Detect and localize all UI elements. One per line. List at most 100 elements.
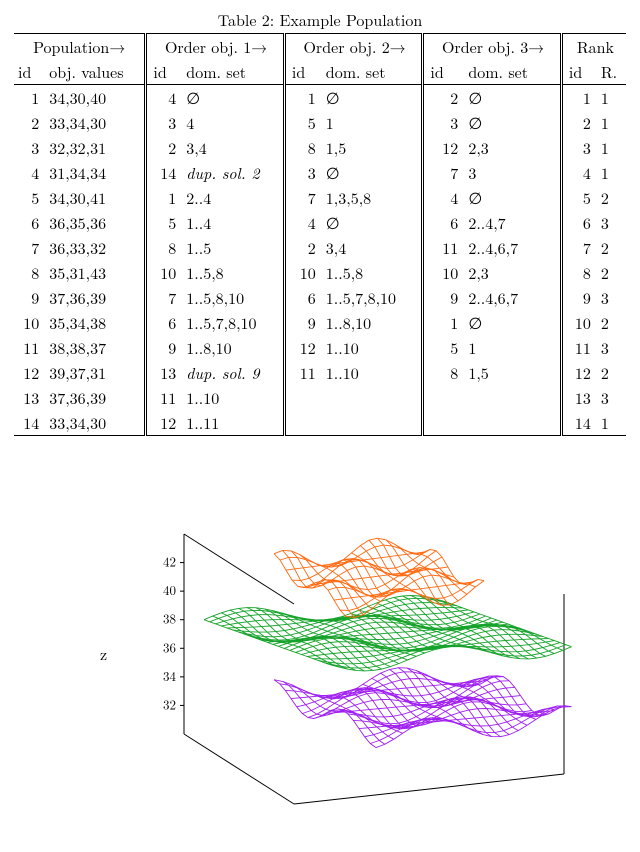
- cell: 11: [423, 235, 464, 260]
- cell: 5: [146, 210, 182, 235]
- cell: 9: [14, 285, 45, 310]
- cell: 1..5,7,8,10: [182, 310, 284, 335]
- col-o2-domset: dom. set: [322, 59, 423, 85]
- cell: dup. sol. 9: [182, 360, 284, 385]
- cell: 14: [561, 410, 596, 436]
- cell: 4: [284, 210, 321, 235]
- cell: 3: [597, 285, 626, 310]
- cell: 4: [423, 185, 464, 210]
- cell: 10: [423, 260, 464, 285]
- cell: 35,31,43: [45, 260, 146, 285]
- cell: 2..4,7: [464, 210, 561, 235]
- cell: 1..10: [322, 335, 423, 360]
- cell: 7: [423, 160, 464, 185]
- cell: 32,32,31: [45, 135, 146, 160]
- cell: 6: [423, 210, 464, 235]
- cell: [322, 410, 423, 436]
- cell: 1: [146, 185, 182, 210]
- cell: 5: [423, 335, 464, 360]
- z-axis-label: z: [100, 642, 107, 665]
- table-row: 835,31,43101..5,8101..5,8102,382: [14, 260, 626, 285]
- table-row: 736,33,3281..523,4112..4,6,772: [14, 235, 626, 260]
- cell: 1: [597, 160, 626, 185]
- cell: 1,5: [464, 360, 561, 385]
- cell: ∅: [322, 85, 423, 111]
- col-rank-r: R.: [597, 59, 626, 85]
- cell: 36,35,36: [45, 210, 146, 235]
- cell: [284, 385, 321, 410]
- cell: 2: [284, 235, 321, 260]
- cell: 1: [597, 85, 626, 111]
- cell: 8: [423, 360, 464, 385]
- cell: [284, 410, 321, 436]
- surface-plot: z 323436384042: [14, 484, 626, 844]
- col-objvals: obj. values: [45, 59, 146, 85]
- col-group-order3: Order obj. 3→: [423, 34, 562, 60]
- table-row: 1337,36,39111..10133: [14, 385, 626, 410]
- col-rank-id: id: [561, 59, 596, 85]
- cell: 8: [284, 135, 321, 160]
- z-tick-label: 38: [163, 609, 176, 628]
- cell: 4: [561, 160, 596, 185]
- cell: 1,3,5,8: [322, 185, 423, 210]
- cell: 13: [14, 385, 45, 410]
- table-row: 233,34,3034513∅21: [14, 110, 626, 135]
- cell: 3: [597, 385, 626, 410]
- cell: 13: [561, 385, 596, 410]
- cell: 13: [146, 360, 182, 385]
- z-tick-label: 42: [163, 552, 176, 571]
- col-group-order2: Order obj. 2→: [284, 34, 423, 60]
- cell: [464, 410, 561, 436]
- cell: 1: [284, 85, 321, 111]
- table-row: 534,30,4112..471,3,5,84∅52: [14, 185, 626, 210]
- col-group-rank: Rank: [561, 34, 626, 60]
- cell: 11: [146, 385, 182, 410]
- cell: 5: [14, 185, 45, 210]
- cell: 1: [423, 310, 464, 335]
- cell: [322, 385, 423, 410]
- cell: ∅: [322, 210, 423, 235]
- cell: 12: [14, 360, 45, 385]
- cell: 4: [182, 110, 284, 135]
- col-id: id: [14, 59, 45, 85]
- cell: 3: [14, 135, 45, 160]
- col-o1-domset: dom. set: [182, 59, 284, 85]
- table-row: 332,32,3123,481,5122,331: [14, 135, 626, 160]
- cell: 1: [597, 135, 626, 160]
- z-tick-label: 32: [163, 694, 176, 713]
- table-body: 134,30,404∅1∅2∅11233,34,3034513∅21332,32…: [14, 85, 626, 436]
- cell: 1..4: [182, 210, 284, 235]
- cell: ∅: [182, 85, 284, 111]
- cell: 1: [597, 110, 626, 135]
- cell: 2: [597, 360, 626, 385]
- cell: 5: [284, 110, 321, 135]
- cell: 3: [597, 335, 626, 360]
- cell: 7: [146, 285, 182, 310]
- cell: 1..5,8,10: [182, 285, 284, 310]
- col-o3-id: id: [423, 59, 464, 85]
- cell: 9: [423, 285, 464, 310]
- cell: [464, 385, 561, 410]
- cell: 12: [146, 410, 182, 436]
- cell: ∅: [464, 85, 561, 111]
- cell: 12: [284, 335, 321, 360]
- cell: 4: [146, 85, 182, 111]
- cell: 6: [14, 210, 45, 235]
- col-o2-id: id: [284, 59, 321, 85]
- col-group-population: Population→: [14, 34, 146, 60]
- population-table: Population→ Order obj. 1→ Order obj. 2→ …: [14, 33, 626, 436]
- cell: 1..10: [182, 385, 284, 410]
- cell: 2: [146, 135, 182, 160]
- cell: 37,36,39: [45, 285, 146, 310]
- col-o3-domset: dom. set: [464, 59, 561, 85]
- table-row: 134,30,404∅1∅2∅11: [14, 85, 626, 111]
- col-o1-id: id: [146, 59, 182, 85]
- cell: 9: [146, 335, 182, 360]
- cell: 9: [561, 285, 596, 310]
- cell: 7: [14, 235, 45, 260]
- cell: 2: [597, 310, 626, 335]
- cell: 37,36,39: [45, 385, 146, 410]
- cell: 14: [14, 410, 45, 436]
- cell: 3: [284, 160, 321, 185]
- col-group-order1: Order obj. 1→: [146, 34, 285, 60]
